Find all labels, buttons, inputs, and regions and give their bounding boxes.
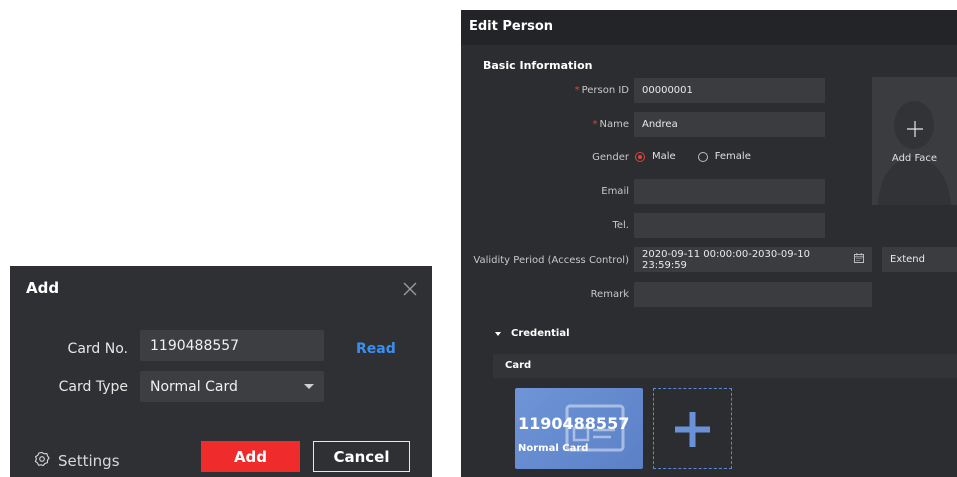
basic-information-heading: Basic Information — [483, 59, 593, 72]
add-card-dialog: Add Card No. 1190488557 Read Card Type N… — [10, 266, 432, 477]
gender-male-label: Male — [652, 151, 676, 162]
gear-icon — [34, 451, 50, 471]
page-title: Edit Person — [469, 19, 554, 34]
tel-field[interactable] — [634, 213, 825, 238]
radio-selected-icon — [635, 151, 645, 162]
validity-period-label: Validity Period (Access Control) — [473, 255, 629, 266]
email-field[interactable] — [634, 179, 825, 204]
gender-radio-group: Male Female — [635, 151, 773, 162]
add-card-button[interactable] — [653, 388, 732, 469]
person-id-value: 00000001 — [642, 85, 693, 96]
credential-section-toggle[interactable]: Credential — [495, 328, 570, 339]
tel-label: Tel. — [612, 220, 629, 231]
card-section-title: Card — [505, 360, 532, 371]
name-label: * Name — [461, 119, 629, 130]
panel-header: Edit Person — [461, 10, 957, 45]
card-type-label: Card Type — [58, 379, 128, 395]
gender-female-label: Female — [714, 151, 751, 162]
plus-icon — [907, 121, 923, 137]
card-section-header: Card — [493, 354, 957, 378]
card-number: 1190488557 — [518, 414, 630, 433]
card-no-value: 1190488557 — [150, 337, 240, 354]
card-type-value: Normal Card — [150, 378, 238, 395]
name-label-text: Name — [599, 119, 629, 130]
plus-icon — [675, 412, 710, 447]
validity-period-value: 2020-09-11 00:00:00-2030-09-10 23:59:59 — [642, 248, 810, 271]
extend-value: Extend — [890, 254, 925, 265]
name-input[interactable]: Andrea — [634, 112, 825, 137]
card-tile[interactable]: 1190488557 Normal Card — [515, 388, 643, 469]
add-button[interactable]: Add — [201, 441, 300, 472]
dialog-title: Add — [26, 279, 60, 297]
card-no-label: Card No. — [67, 341, 128, 357]
radio-unselected-icon — [697, 151, 708, 162]
person-id-label: * Person ID — [461, 85, 629, 96]
credential-heading: Credential — [511, 328, 570, 339]
settings-label: Settings — [58, 452, 120, 470]
person-id-input[interactable]: 00000001 — [634, 78, 825, 103]
read-card-link[interactable]: Read — [356, 341, 396, 357]
card-type-select[interactable]: Normal Card — [140, 371, 324, 402]
required-mark: * — [592, 119, 598, 130]
edit-person-panel: Edit Person Basic Information * Person ID… — [461, 10, 957, 477]
person-silhouette-icon — [878, 101, 951, 205]
cancel-button[interactable]: Cancel — [313, 441, 410, 472]
card-type: Normal Card — [518, 443, 589, 454]
person-id-label-text: Person ID — [581, 85, 629, 96]
settings-button[interactable]: Settings — [34, 451, 120, 471]
card-no-input[interactable]: 1190488557 — [140, 330, 324, 361]
gender-label: Gender — [592, 152, 629, 163]
remark-label: Remark — [590, 289, 629, 300]
chevron-down-icon — [495, 331, 501, 336]
add-face-label: Add Face — [891, 153, 938, 164]
add-face-button[interactable]: Add Face — [872, 77, 957, 205]
gender-female-option[interactable]: Female — [697, 151, 751, 162]
required-mark: * — [574, 85, 580, 96]
validity-period-input[interactable]: 2020-09-11 00:00:00-2030-09-10 23:59:59 — [634, 247, 872, 272]
close-icon[interactable] — [402, 281, 418, 297]
remark-field[interactable] — [634, 282, 872, 307]
extend-select[interactable]: Extend — [882, 247, 957, 272]
name-value: Andrea — [642, 119, 678, 130]
chevron-down-icon — [304, 384, 314, 389]
calendar-icon[interactable] — [854, 253, 864, 266]
email-label: Email — [601, 186, 629, 197]
gender-male-option[interactable]: Male — [635, 151, 676, 162]
